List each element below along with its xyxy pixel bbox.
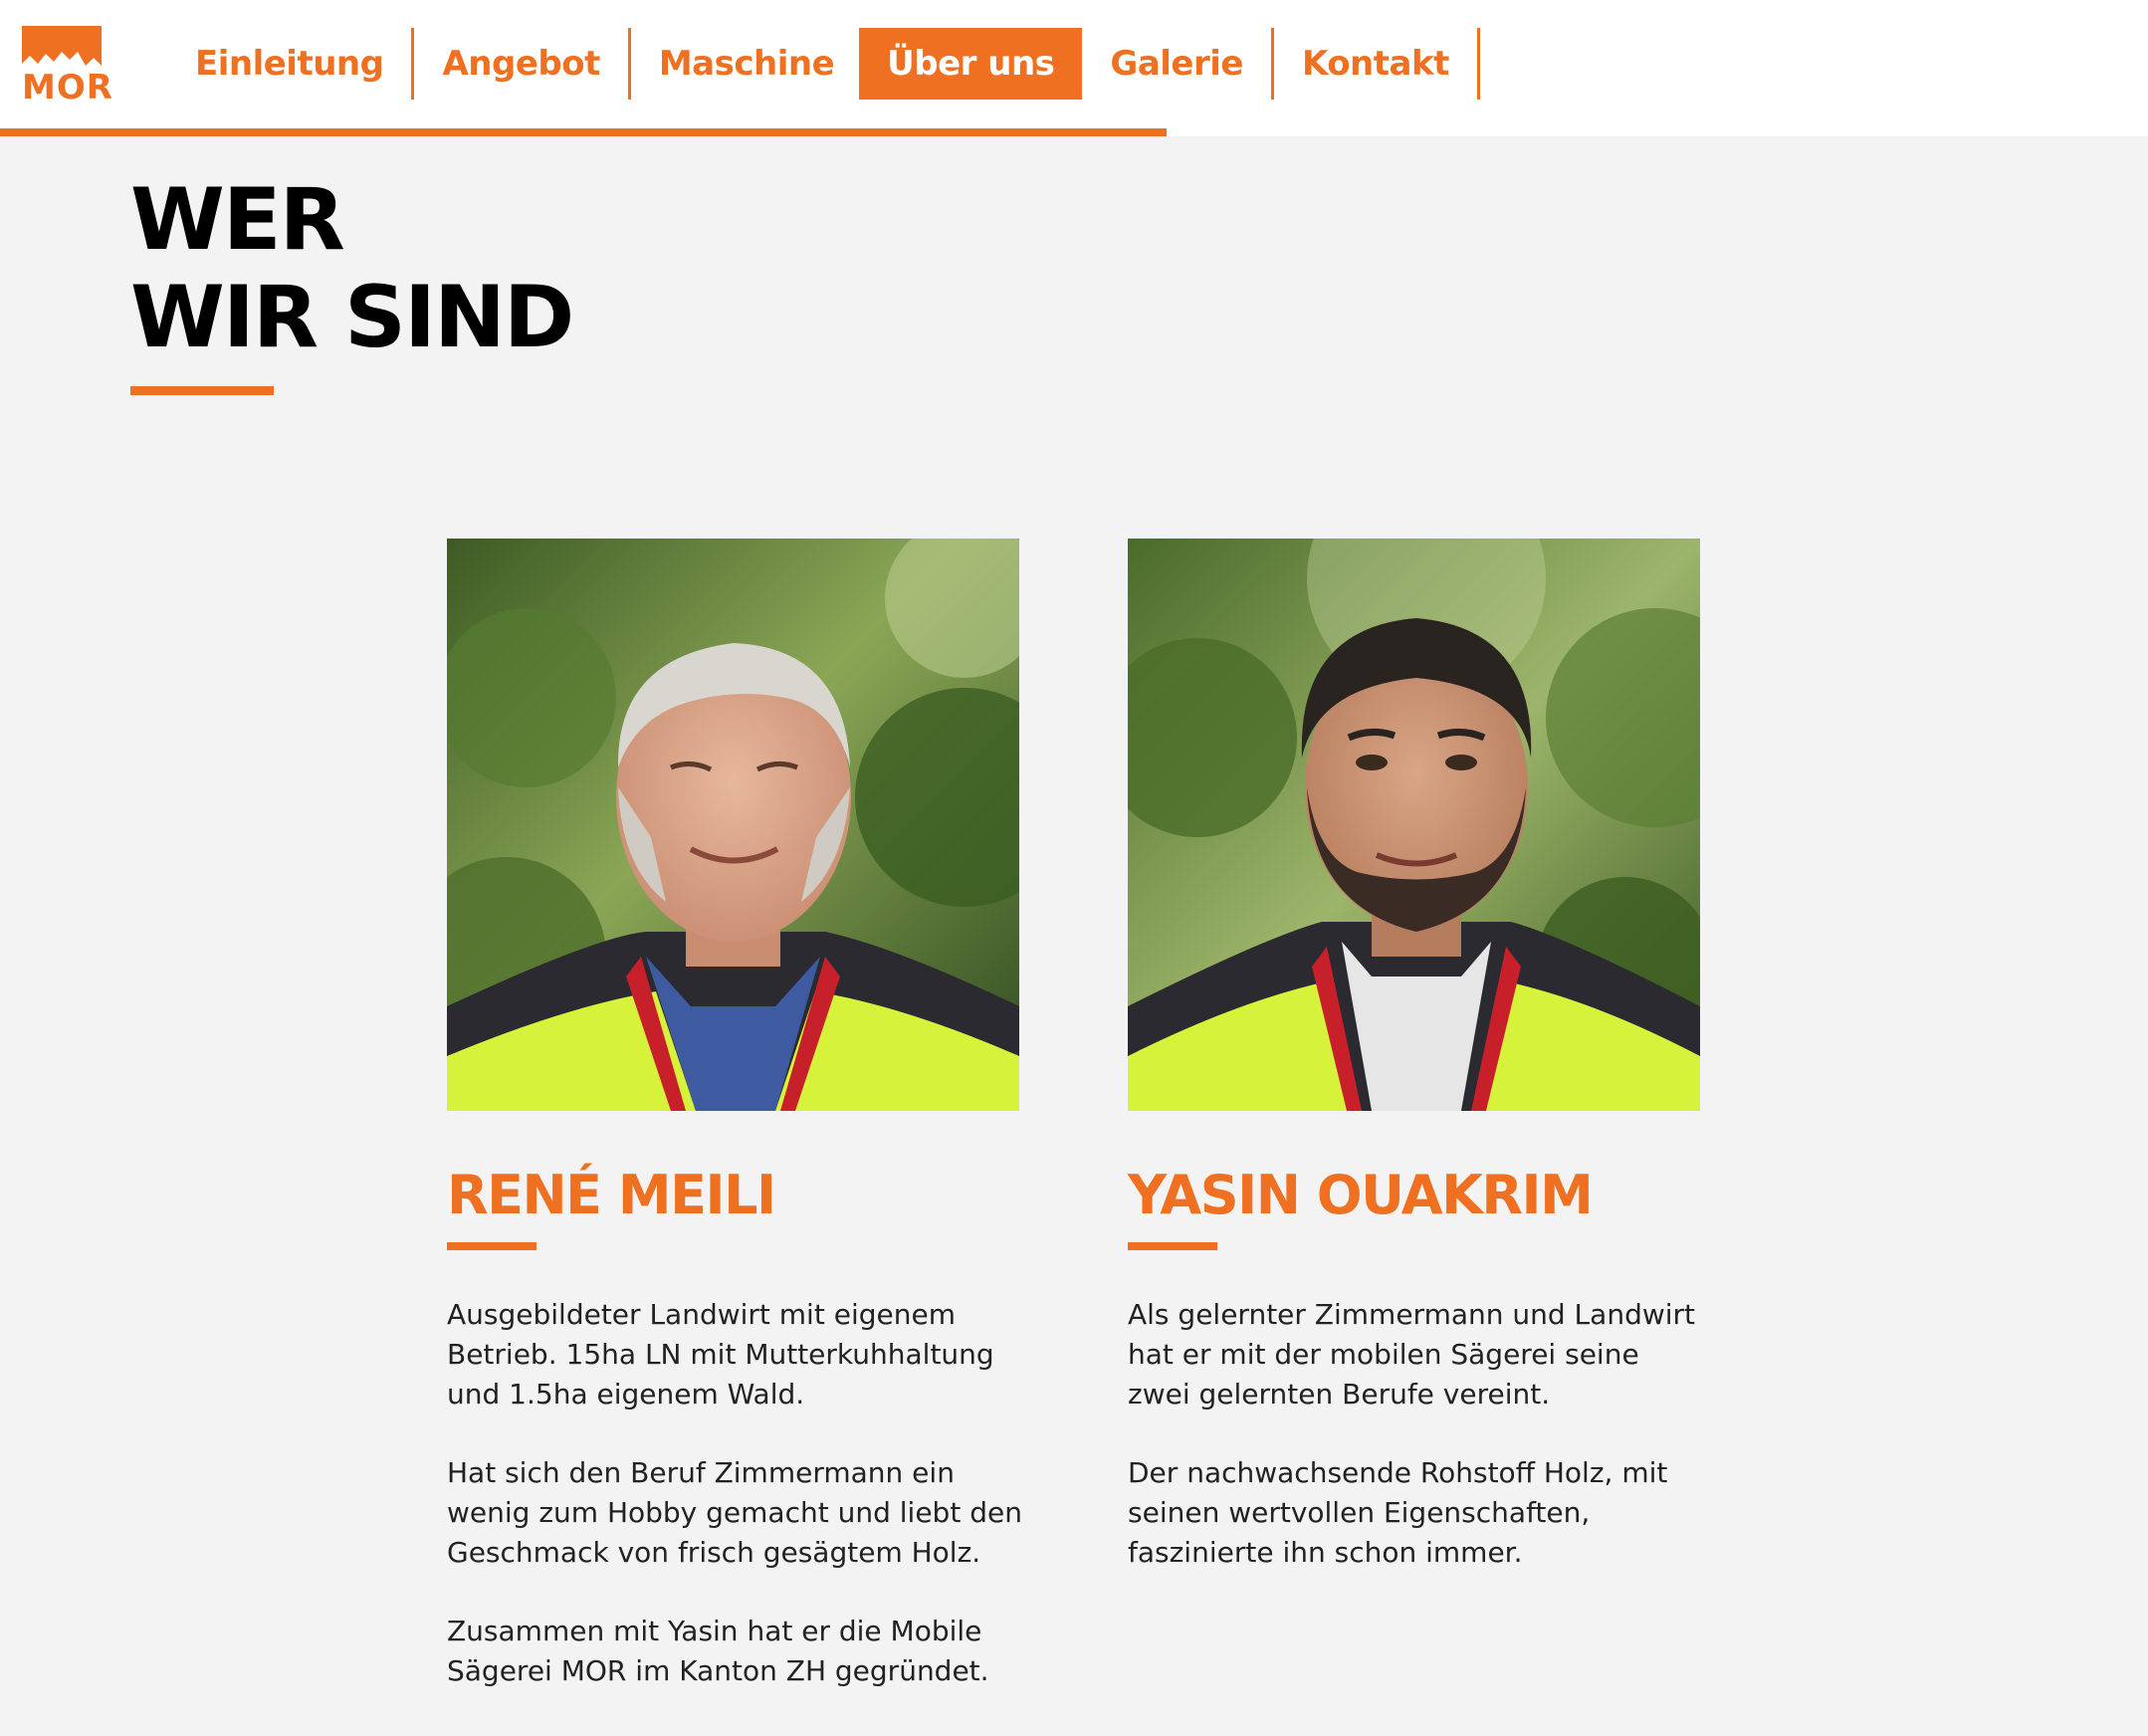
site-header: MOR Einleitung Angebot Maschine Über uns… [0,0,2148,136]
name-underline [1128,1242,1217,1250]
team-member-bio: Als gelernter Zimmermann und Landwirt ha… [1128,1295,1705,1612]
page-title-line-1: WER [130,170,345,270]
team-member-name: RENÉ MEILI [447,1164,776,1226]
bio-paragraph: Als gelernter Zimmermann und Landwirt ha… [1128,1298,1696,1410]
nav-item-kontakt[interactable]: Kontakt [1274,28,1480,100]
page-title: WER WIR SIND [130,170,574,367]
team-member-bio: Ausgebildeter Landwirt mit eigenem Betri… [447,1295,1024,1730]
team-member-card: YASIN OUAKRIM Als gelernter Zimmermann u… [1128,539,1700,1569]
team-member-photo [1128,539,1700,1111]
nav-item-angebot[interactable]: Angebot [414,28,631,100]
name-underline [447,1242,537,1250]
bio-paragraph: Zusammen mit Yasin hat er die Mobile Säg… [447,1615,989,1687]
page-title-line-2: WIR SIND [130,268,574,367]
team-member-photo [447,539,1019,1111]
main-nav: Einleitung Angebot Maschine Über uns Gal… [167,28,1480,100]
bio-paragraph: Der nachwachsende Rohstoff Holz, mit sei… [1128,1456,1668,1569]
nav-item-maschine[interactable]: Maschine [631,28,862,100]
bio-paragraph: Ausgebildeter Landwirt mit eigenem Betri… [447,1298,994,1410]
team-member-card: RENÉ MEILI Ausgebildeter Landwirt mit ei… [447,539,1022,1687]
title-underline [130,386,274,395]
team-member-name: YASIN OUAKRIM [1128,1164,1594,1226]
logo-text: MOR [22,68,113,108]
nav-item-galerie[interactable]: Galerie [1082,28,1274,100]
sawmill-roof-icon [22,26,102,66]
nav-item-einleitung[interactable]: Einleitung [167,28,415,100]
mor-logo[interactable]: MOR [22,26,113,108]
bio-paragraph: Hat sich den Beruf Zimmermann ein wenig … [447,1456,1022,1569]
scroll-progress-bar [0,128,1167,136]
nav-item-ueber-uns[interactable]: Über uns [859,28,1083,100]
